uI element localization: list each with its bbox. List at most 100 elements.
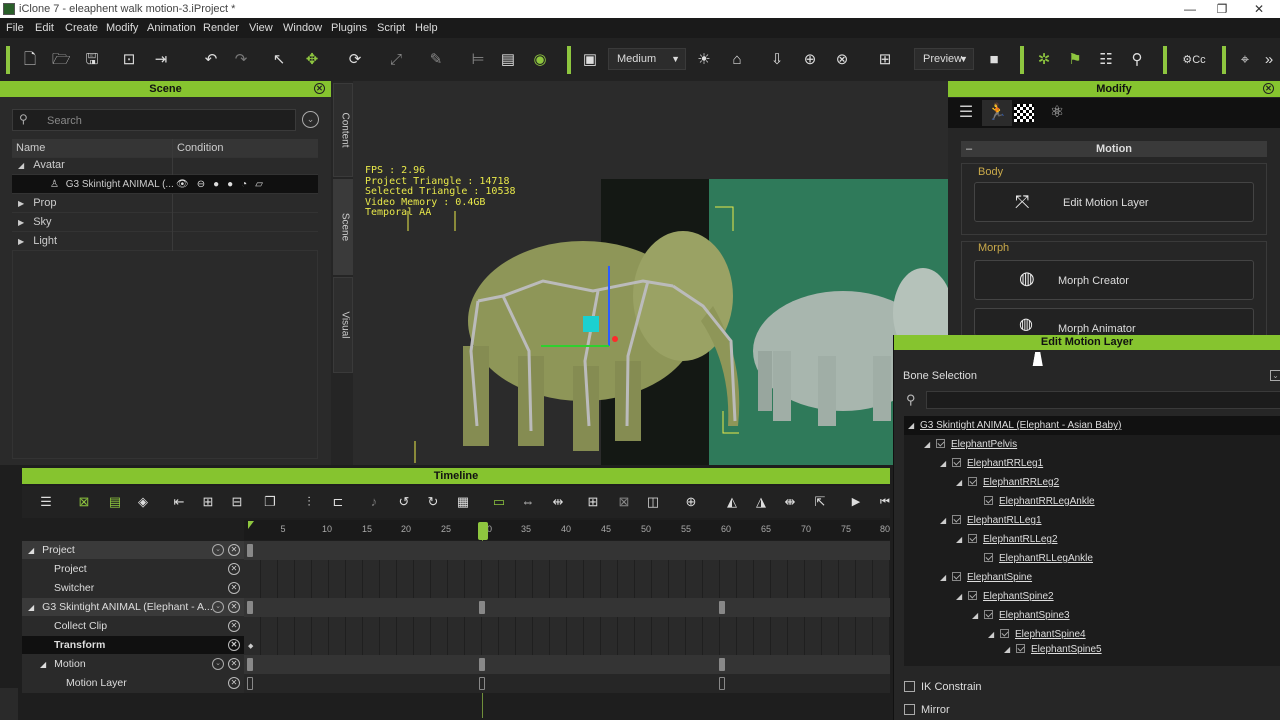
expand-triangle-icon[interactable]: ◢ <box>940 511 952 530</box>
expand-triangle-icon[interactable]: ◢ <box>940 568 952 587</box>
bone-checkbox[interactable] <box>984 553 993 562</box>
menu-modify[interactable]: Modify <box>106 22 138 34</box>
mirror-checkbox[interactable] <box>904 704 915 715</box>
collapse-toggle-icon[interactable]: ⌄ <box>1270 370 1280 381</box>
prev-key-icon[interactable]: ◭ <box>723 493 741 511</box>
select-arrow-icon[interactable]: ↖ <box>270 51 288 69</box>
pin-icon[interactable]: ⌖ <box>1236 51 1254 69</box>
track-options-icon[interactable]: ⌄ <box>212 601 224 613</box>
move-icon[interactable]: ✥ <box>303 51 321 69</box>
track-transform[interactable]: Transform ✕ <box>22 636 244 655</box>
bone-checkbox[interactable] <box>1016 644 1025 653</box>
copy-clip-icon[interactable]: ❐ <box>261 493 279 511</box>
bone-item[interactable]: ElephantRRLegAnkle <box>984 492 1095 511</box>
lane-motion[interactable] <box>244 655 890 674</box>
skip-end-icon[interactable]: ⏮ <box>876 493 894 511</box>
search-input[interactable]: Search <box>47 115 82 127</box>
range-icon[interactable]: ▭ <box>490 493 508 511</box>
close-icon[interactable]: ✕ <box>314 83 325 94</box>
track-close-icon[interactable]: ✕ <box>228 544 240 556</box>
bone-item[interactable]: ◢ ElephantSpine5 <box>1004 644 1102 655</box>
bone-item[interactable]: ◢ ElephantSpine2 <box>956 587 1054 606</box>
menu-view[interactable]: View <box>249 22 273 34</box>
expand-triangle-icon[interactable]: ◢ <box>972 606 984 625</box>
minimize-icon[interactable]: — <box>1175 0 1205 18</box>
export-icon[interactable]: ⇥ <box>152 51 170 69</box>
tab-scene[interactable]: Scene <box>333 179 353 275</box>
scene-search-box[interactable]: ⚲ Search <box>12 109 296 131</box>
bone-checkbox[interactable] <box>936 439 945 448</box>
expand-triangle-icon[interactable]: ▶ <box>12 218 24 227</box>
morph-animator-button[interactable]: ◍ Morph Animator <box>974 308 1254 336</box>
restore-icon[interactable]: ❐ <box>1207 0 1237 18</box>
camera-zoom-icon[interactable]: ⊕ <box>801 51 819 69</box>
3d-viewport[interactable]: FPS : 2.96 Project Triangle : 14718 Sele… <box>353 81 948 465</box>
track-close-icon[interactable]: ✕ <box>228 677 240 689</box>
visibility-eye-icon[interactable]: ◉ <box>531 51 549 69</box>
probe-icon[interactable]: ⚲ <box>1128 51 1146 69</box>
trim-icon[interactable]: ⊏ <box>329 493 347 511</box>
keyframe-marker[interactable] <box>247 677 253 690</box>
menu-plugins[interactable]: Plugins <box>331 22 367 34</box>
snap-icon[interactable]: ✎ <box>427 51 445 69</box>
motion-puppet-icon[interactable]: ✲ <box>1035 51 1053 69</box>
condition-icons[interactable]: 👁⊖●●◔▱ <box>172 175 318 194</box>
tree-item-avatar-child[interactable]: ♙ G3 Skintight ANIMAL (... 👁⊖●●◔▱ <box>12 175 318 194</box>
bone-checkbox[interactable] <box>968 534 977 543</box>
lane-collect-clip[interactable] <box>244 617 890 636</box>
fit-view-icon[interactable]: ⇼ <box>781 493 799 511</box>
character-creator-icon[interactable]: ⚙Cc <box>1176 51 1212 69</box>
track-list-icon[interactable]: ☰ <box>37 493 55 511</box>
bone-checkbox[interactable] <box>952 515 961 524</box>
bone-item[interactable]: ◢ ElephantRLLeg2 <box>956 530 1058 549</box>
bone-item[interactable]: ElephantRLLegAnkle <box>984 549 1093 568</box>
lane-motion-layer[interactable] <box>244 674 890 693</box>
expand-triangle-icon[interactable]: ◢ <box>22 603 34 612</box>
camera-pan-icon[interactable]: ⇩ <box>768 51 786 69</box>
bone-root[interactable]: ◢ G3 Skintight ANIMAL (Elephant - Asian B… <box>904 416 1280 435</box>
frame-block-icon[interactable]: ◫ <box>644 493 662 511</box>
track-close-icon[interactable]: ✕ <box>228 601 240 613</box>
keyframe-marker[interactable] <box>247 601 253 614</box>
export-clip-icon[interactable]: ⇱ <box>811 493 829 511</box>
menu-animation[interactable]: Animation <box>147 22 196 34</box>
mirror-option[interactable]: Mirror <box>904 703 950 717</box>
bone-item[interactable]: ◢ ElephantRRLeg2 <box>956 473 1059 492</box>
light-sun-icon[interactable]: ☀ <box>695 51 713 69</box>
music-note-icon[interactable]: ♪ <box>365 493 383 511</box>
lane-transform[interactable] <box>244 636 890 655</box>
expand-triangle-icon[interactable]: ◢ <box>1004 644 1016 655</box>
frame-selected-icon[interactable]: ⊞ <box>876 51 894 69</box>
camera-orbit-icon[interactable]: ⊗ <box>833 51 851 69</box>
track-project[interactable]: Project ✕ <box>22 560 244 579</box>
expand-triangle-icon[interactable]: ◢ <box>924 435 936 454</box>
flag-icon[interactable]: ⚑ <box>1066 51 1084 69</box>
tree-item-avatar[interactable]: ◢ Avatar <box>12 156 318 175</box>
tree-item-sky[interactable]: ▶ Sky <box>12 213 318 232</box>
close-icon[interactable]: ✕ <box>1244 0 1274 18</box>
menu-file[interactable]: File <box>6 22 24 34</box>
open-folder-icon[interactable]: 🗁 <box>52 51 71 69</box>
menu-render[interactable]: Render <box>203 22 239 34</box>
fit-range-icon[interactable]: ⇔ <box>519 493 537 511</box>
expand-triangle-icon[interactable]: ▶ <box>12 199 24 208</box>
split-icon[interactable]: ⫶ <box>300 493 318 511</box>
bone-item[interactable]: ◢ ElephantSpine4 <box>988 625 1086 644</box>
video-camera-icon[interactable]: ■ <box>985 51 1003 69</box>
align-icon[interactable]: ⊨ <box>469 51 487 69</box>
keyframe-marker[interactable] <box>479 601 485 614</box>
track-project-group[interactable]: ◢ Project ⌄ ✕ <box>22 541 244 560</box>
speed-icon[interactable]: ↻ <box>424 493 442 511</box>
expand-triangle-icon[interactable]: ◢ <box>908 416 920 435</box>
ik-constrain-checkbox[interactable] <box>904 681 915 692</box>
tree-item-prop[interactable]: ▶ Prop <box>12 194 318 213</box>
expand-triangle-icon[interactable]: ◢ <box>940 454 952 473</box>
expand-triangle-icon[interactable]: ◢ <box>22 660 46 669</box>
bone-search-input[interactable] <box>926 391 1280 409</box>
key-filter-icon[interactable]: ⊠ <box>75 493 93 511</box>
keyframe-marker[interactable] <box>247 544 253 557</box>
motion-runner-icon[interactable]: 🏃 <box>982 100 1012 126</box>
remove-key-icon[interactable]: ⊟ <box>228 493 246 511</box>
expand-triangle-icon[interactable]: ◢ <box>988 625 1000 644</box>
track-avatar-group[interactable]: ◢ G3 Skintight ANIMAL (Elephant - A... ⌄ ✕ <box>22 598 244 617</box>
